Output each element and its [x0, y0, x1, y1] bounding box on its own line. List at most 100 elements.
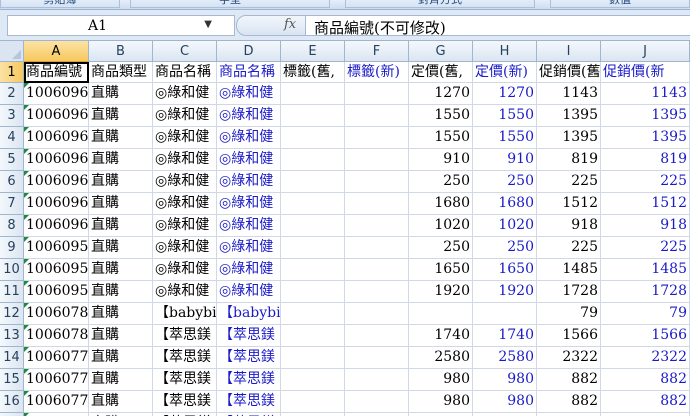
cell-b8[interactable]: 直購 [89, 215, 153, 237]
cell-g9[interactable]: 250 [409, 237, 473, 259]
cell-i8[interactable]: 918 [537, 215, 601, 237]
column-header-f[interactable]: F [345, 41, 409, 62]
cell-e11[interactable] [281, 281, 345, 303]
cell-f11[interactable] [345, 281, 409, 303]
cell-i16[interactable]: 882 [537, 391, 601, 413]
cell-d6[interactable]: ◎綠和健 [217, 171, 281, 193]
cell-i13[interactable]: 1566 [537, 325, 601, 347]
cell-e7[interactable] [281, 193, 345, 215]
select-all-button[interactable] [0, 41, 24, 62]
cell-h15[interactable]: 980 [473, 369, 537, 391]
cell-g12[interactable] [409, 303, 473, 325]
cell-d7[interactable]: ◎綠和健 [217, 193, 281, 215]
column-header-a[interactable]: A [24, 41, 89, 62]
cell-e5[interactable] [281, 149, 345, 171]
cell-j13[interactable]: 1566 [601, 325, 690, 347]
cell-b15[interactable]: 直購 [89, 369, 153, 391]
cell-d2[interactable]: ◎綠和健 [217, 83, 281, 105]
cell-b10[interactable]: 直購 [89, 259, 153, 281]
cell-a14[interactable]: 100607793 [24, 347, 89, 369]
cell-h10[interactable]: 1650 [473, 259, 537, 281]
cell-d4[interactable]: ◎綠和健 [217, 127, 281, 149]
cell-a7[interactable]: 100609626 [24, 193, 89, 215]
row-header-5[interactable]: 5 [0, 149, 24, 171]
cell-e3[interactable] [281, 105, 345, 127]
name-box[interactable]: A1 ▼ [7, 15, 235, 36]
cell-e13[interactable] [281, 325, 345, 347]
cell-c5[interactable]: ◎綠和健 [153, 149, 217, 171]
cell-i5[interactable]: 819 [537, 149, 601, 171]
cell-a6[interactable]: 100609634 [24, 171, 89, 193]
cell-c10[interactable]: ◎綠和健 [153, 259, 217, 281]
insert-function-icon[interactable]: fx [284, 17, 296, 32]
row-header-15[interactable]: 15 [0, 369, 24, 391]
cell-g13[interactable]: 1740 [409, 325, 473, 347]
cell-c8[interactable]: ◎綠和健 [153, 215, 217, 237]
cell-f16[interactable] [345, 391, 409, 413]
cell-j11[interactable]: 1728 [601, 281, 690, 303]
cell-b12[interactable]: 直購 [89, 303, 153, 325]
cell-h14[interactable]: 2580 [473, 347, 537, 369]
cell-i2[interactable]: 1143 [537, 83, 601, 105]
cell-b6[interactable]: 直購 [89, 171, 153, 193]
cell-d11[interactable]: ◎綠和健 [217, 281, 281, 303]
cell-i12[interactable]: 79 [537, 303, 601, 325]
row-header-7[interactable]: 7 [0, 193, 24, 215]
cell-f1[interactable]: 標籤(新) [345, 62, 409, 83]
column-header-i[interactable]: I [537, 41, 601, 62]
cell-b16[interactable]: 直購 [89, 391, 153, 413]
cell-d5[interactable]: ◎綠和健 [217, 149, 281, 171]
cell-a2[interactable]: 100609674 [24, 83, 89, 105]
cell-h2[interactable]: 1270 [473, 83, 537, 105]
cell-b1[interactable]: 商品類型 [89, 62, 153, 83]
column-header-d[interactable]: D [217, 41, 281, 62]
cell-d15[interactable]: 【萃思鎂 [217, 369, 281, 391]
cell-d16[interactable]: 【萃思鎂 [217, 391, 281, 413]
cell-g10[interactable]: 1650 [409, 259, 473, 281]
cell-c2[interactable]: ◎綠和健 [153, 83, 217, 105]
cell-c14[interactable]: 【萃思鎂 [153, 347, 217, 369]
cell-i15[interactable]: 882 [537, 369, 601, 391]
cell-i3[interactable]: 1395 [537, 105, 601, 127]
cell-e9[interactable] [281, 237, 345, 259]
cell-i9[interactable]: 225 [537, 237, 601, 259]
cell-j9[interactable]: 225 [601, 237, 690, 259]
cell-d3[interactable]: ◎綠和健 [217, 105, 281, 127]
cell-f5[interactable] [345, 149, 409, 171]
row-header-2[interactable]: 2 [0, 83, 24, 105]
cell-f14[interactable] [345, 347, 409, 369]
cell-h13[interactable]: 1740 [473, 325, 537, 347]
row-header-9[interactable]: 9 [0, 237, 24, 259]
row-header-3[interactable]: 3 [0, 105, 24, 127]
cell-d9[interactable]: ◎綠和健 [217, 237, 281, 259]
column-header-g[interactable]: G [409, 41, 473, 62]
row-header-6[interactable]: 6 [0, 171, 24, 193]
cell-a3[interactable]: 100609667 [24, 105, 89, 127]
cell-d12[interactable]: 【babybio [217, 303, 281, 325]
cell-a15[interactable]: 100607782 [24, 369, 89, 391]
cell-a10[interactable]: 100609537 [24, 259, 89, 281]
cell-i4[interactable]: 1395 [537, 127, 601, 149]
cell-b7[interactable]: 直購 [89, 193, 153, 215]
cell-c6[interactable]: ◎綠和健 [153, 171, 217, 193]
cell-f3[interactable] [345, 105, 409, 127]
cell-e12[interactable] [281, 303, 345, 325]
cell-e15[interactable] [281, 369, 345, 391]
cell-f13[interactable] [345, 325, 409, 347]
cell-g1[interactable]: 定價(舊, [409, 62, 473, 83]
cell-i7[interactable]: 1512 [537, 193, 601, 215]
cell-d10[interactable]: ◎綠和健 [217, 259, 281, 281]
cell-f12[interactable] [345, 303, 409, 325]
row-header-10[interactable]: 10 [0, 259, 24, 281]
cell-b5[interactable]: 直購 [89, 149, 153, 171]
cell-g16[interactable]: 980 [409, 391, 473, 413]
cell-a5[interactable]: 100609640 [24, 149, 89, 171]
cell-b14[interactable]: 直購 [89, 347, 153, 369]
cell-e1[interactable]: 標籤(舊, [281, 62, 345, 83]
cell-g4[interactable]: 1550 [409, 127, 473, 149]
row-header-1[interactable]: 1 [0, 62, 24, 83]
cell-d13[interactable]: 【萃思鎂 [217, 325, 281, 347]
cell-i14[interactable]: 2322 [537, 347, 601, 369]
cell-h6[interactable]: 250 [473, 171, 537, 193]
dropdown-arrow-icon[interactable]: ▼ [204, 19, 212, 30]
